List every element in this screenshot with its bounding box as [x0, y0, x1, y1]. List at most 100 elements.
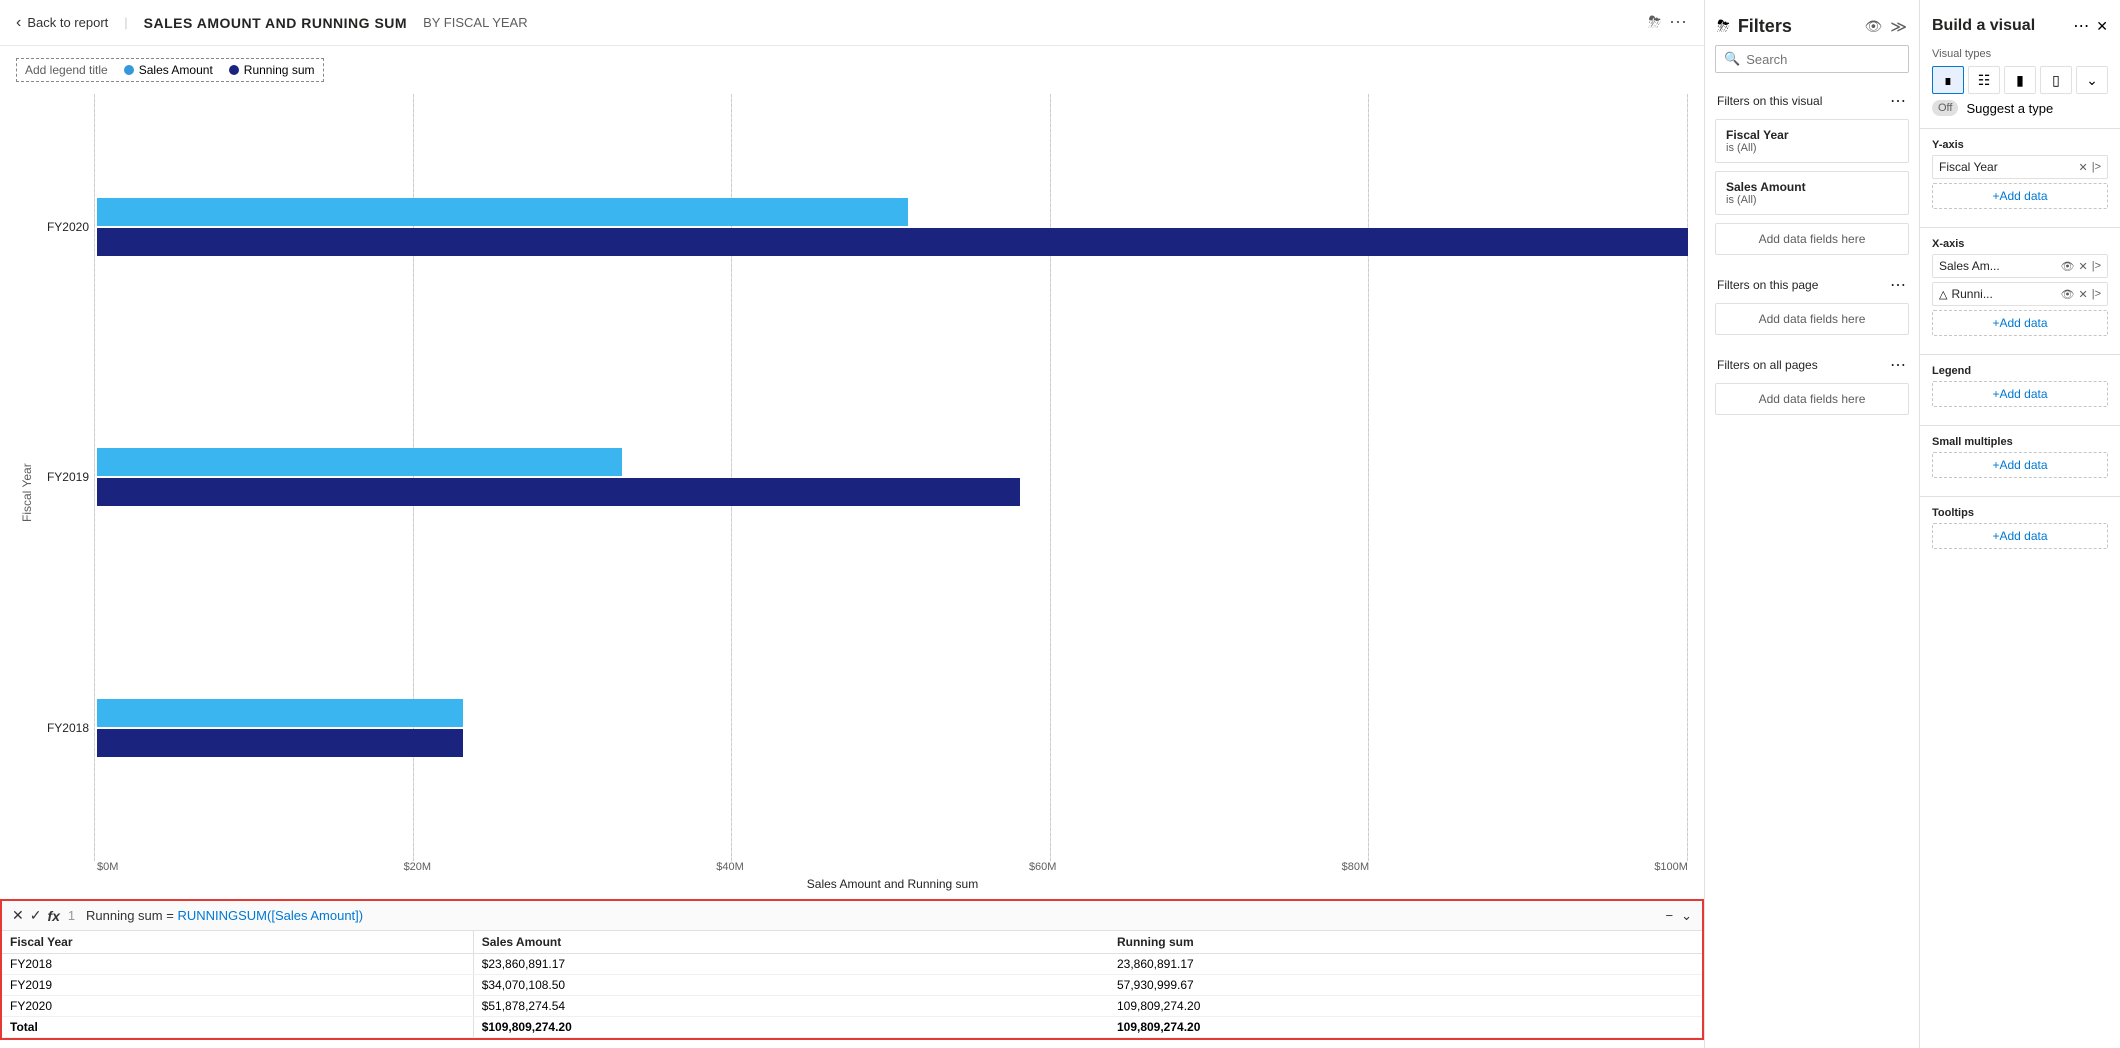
chart-title: SALES AMOUNT AND RUNNING SUM: [144, 15, 407, 31]
legend-add-data[interactable]: +Add data: [1932, 381, 2108, 407]
bar-running-fy2018[interactable]: [97, 729, 463, 757]
bar-running-fy2019[interactable]: [97, 478, 1020, 506]
x-axis-sales-expand-icon[interactable]: |>: [2092, 260, 2101, 273]
x-tick-5: $100M: [1654, 861, 1688, 873]
bar-label-fy2019: FY2019: [34, 470, 89, 484]
more-options-icon[interactable]: ⋯: [1669, 12, 1688, 33]
bar-sales-fy2019[interactable]: [97, 448, 622, 476]
tooltips-add-data[interactable]: +Add data: [1932, 523, 2108, 549]
y-axis-clear-icon[interactable]: ✕: [2079, 161, 2088, 174]
visual-type-table[interactable]: ∎: [1932, 66, 1964, 94]
col-header-running: Running sum: [1109, 931, 1702, 954]
filter-fiscal-year-value: is (All): [1726, 142, 1898, 154]
visual-type-bar[interactable]: ▮: [2004, 66, 2036, 94]
bars-group-fy2019: [97, 448, 1688, 506]
x-tick-0: $0M: [97, 861, 118, 873]
small-multiples-add-data[interactable]: +Add data: [1932, 452, 2108, 478]
bar-row-fy2018: FY2018: [34, 699, 1688, 757]
back-to-report-button[interactable]: ‹ Back to report: [16, 14, 108, 32]
x-axis-running-name: Runni...: [1951, 287, 2060, 301]
legend-section: Legend +Add data: [1920, 359, 2120, 421]
bars-group-fy2020: [97, 198, 1688, 256]
row-year: FY2019: [2, 975, 473, 996]
filter-header-icon: ⛈: [1717, 18, 1730, 36]
filter-card-sales-amount[interactable]: Sales Amount is (All): [1715, 171, 1909, 215]
filters-all-more-icon[interactable]: ⋯: [1890, 355, 1907, 375]
x-axis-running-func-icon: △: [1939, 288, 1947, 301]
x-axis-add-data[interactable]: +Add data: [1932, 310, 2108, 336]
row-sales: $51,878,274.54: [473, 996, 1109, 1017]
x-axis-label: Sales Amount and Running sum: [97, 877, 1688, 891]
suggest-type-label: Suggest a type: [1966, 101, 2053, 116]
row-year: FY2020: [2, 996, 473, 1017]
x-axis-running-expand-icon[interactable]: |>: [2092, 288, 2101, 301]
small-multiples-label: Small multiples: [1932, 436, 2108, 448]
total-sales: $109,809,274.20: [473, 1017, 1109, 1038]
filter-card-fiscal-year[interactable]: Fiscal Year is (All): [1715, 119, 1909, 163]
y-axis-expand-icon[interactable]: |>: [2092, 161, 2101, 174]
filters-eye-icon[interactable]: 👁: [1864, 18, 1882, 35]
x-axis-sales-clear-icon[interactable]: ✕: [2079, 260, 2088, 273]
formula-bar: ✕ ✓ fx 1 Running sum = RUNNINGSUM([Sales…: [2, 901, 1702, 931]
row-running: 57,930,999.67: [1109, 975, 1702, 996]
formula-cancel-icon[interactable]: ✕: [12, 907, 24, 924]
chart-legend: Add legend title Sales Amount Running su…: [16, 58, 324, 82]
x-axis-field-sales[interactable]: Sales Am... 👁 ✕ |>: [1932, 254, 2108, 278]
legend-running-dot: [229, 65, 239, 75]
tooltips-section: Tooltips +Add data: [1920, 501, 2120, 563]
bar-sales-fy2018[interactable]: [97, 699, 463, 727]
legend-sales-item: Sales Amount: [124, 63, 213, 77]
tooltips-label: Tooltips: [1932, 507, 2108, 519]
build-close-icon[interactable]: ✕: [2096, 18, 2108, 35]
suggest-type-toggle: Off Suggest a type: [1932, 100, 2108, 116]
filter-icon[interactable]: ⛈: [1648, 14, 1661, 32]
formula-text: 1 Running sum = RUNNINGSUM([Sales Amount…: [68, 908, 1658, 923]
x-axis-running-eye-icon[interactable]: 👁: [2061, 288, 2075, 301]
visual-types-label: Visual types: [1932, 48, 2108, 60]
filters-panel: ⛈ Filters 👁 ≫ 🔍 Filters on this visual ⋯…: [1705, 0, 1920, 1048]
col-header-sales: Sales Amount: [473, 931, 1109, 954]
formula-confirm-icon[interactable]: ✓: [30, 907, 42, 924]
build-visual-title: Build a visual: [1932, 17, 2065, 35]
x-axis-section: X-axis Sales Am... 👁 ✕ |> △ Runni... 👁 ✕…: [1920, 232, 2120, 350]
visual-types-grid: ∎ ☷ ▮ ▯ ⌄: [1932, 66, 2108, 94]
add-data-page[interactable]: Add data fields here: [1715, 303, 1909, 335]
formula-expand-icon[interactable]: ⌄: [1681, 908, 1692, 924]
total-label: Total: [2, 1017, 473, 1038]
legend-section-label: Legend: [1932, 365, 2108, 377]
legend-title[interactable]: Add legend title: [25, 63, 108, 77]
table-total-row: Total $109,809,274.20 109,809,274.20: [2, 1017, 1702, 1038]
x-tick-1: $20M: [404, 861, 432, 873]
y-axis-add-data[interactable]: +Add data: [1932, 183, 2108, 209]
filters-expand-icon[interactable]: ≫: [1890, 17, 1907, 37]
build-more-icon[interactable]: ⋯: [2073, 16, 2090, 36]
filters-page-more-icon[interactable]: ⋯: [1890, 275, 1907, 295]
y-axis-field-fiscal-year[interactable]: Fiscal Year ✕ |>: [1932, 155, 2108, 179]
bar-sales-fy2020[interactable]: [97, 198, 908, 226]
bar-row-fy2020: FY2020: [34, 198, 1688, 256]
visual-type-column[interactable]: ▯: [2040, 66, 2072, 94]
filters-on-page-label: Filters on this page ⋯: [1705, 267, 1919, 299]
filters-visual-more-icon[interactable]: ⋯: [1890, 91, 1907, 111]
search-input[interactable]: [1746, 52, 1922, 67]
back-label: Back to report: [27, 15, 108, 30]
chart-inner: FY2020 FY2019: [34, 94, 1688, 891]
x-axis-running-clear-icon[interactable]: ✕: [2079, 288, 2088, 301]
x-axis-field-running[interactable]: △ Runni... 👁 ✕ |>: [1932, 282, 2108, 306]
bar-running-fy2020[interactable]: [97, 228, 1688, 256]
filters-search-box[interactable]: 🔍: [1715, 45, 1909, 73]
bar-label-fy2018: FY2018: [34, 721, 89, 735]
filter-sales-amount-title: Sales Amount: [1726, 180, 1898, 194]
x-tick-3: $60M: [1029, 861, 1057, 873]
add-data-all[interactable]: Add data fields here: [1715, 383, 1909, 415]
formula-minimize-icon[interactable]: −: [1666, 908, 1674, 924]
toggle-off-label[interactable]: Off: [1932, 100, 1958, 116]
formula-fx-icon[interactable]: fx: [47, 908, 59, 924]
add-data-visual[interactable]: Add data fields here: [1715, 223, 1909, 255]
visual-type-matrix[interactable]: ☷: [1968, 66, 2000, 94]
x-axis-sales-eye-icon[interactable]: 👁: [2061, 260, 2075, 273]
build-visual-header: Build a visual ⋯ ✕: [1920, 0, 2120, 44]
visual-type-more[interactable]: ⌄: [2076, 66, 2108, 94]
row-year: FY2018: [2, 954, 473, 975]
x-ticks: $0M $20M $40M $60M $80M $100M: [97, 861, 1688, 873]
